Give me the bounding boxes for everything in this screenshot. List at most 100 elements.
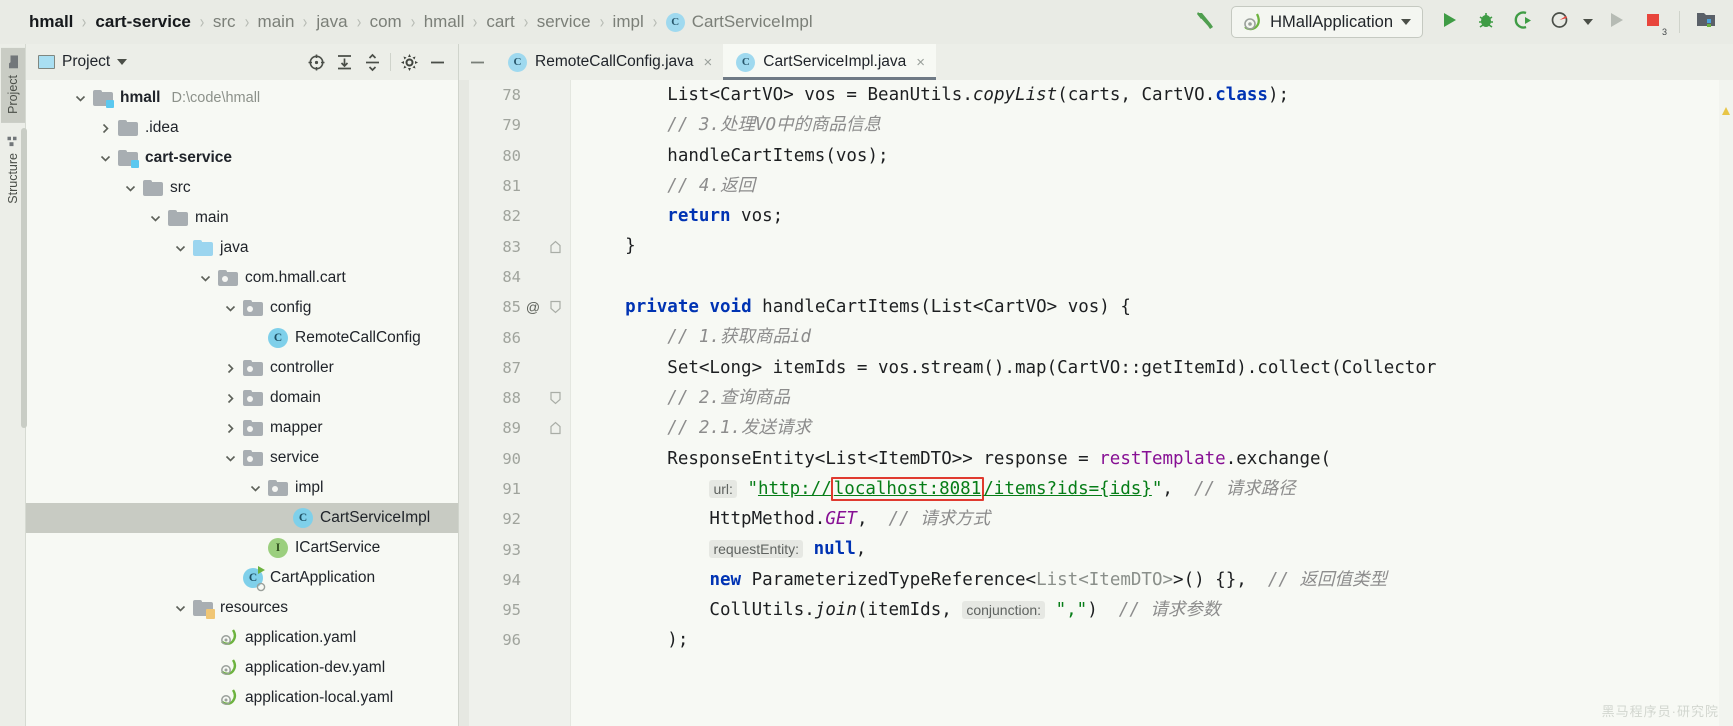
gutter-line[interactable]: 80 (459, 141, 570, 171)
tree-row[interactable]: mapper (26, 413, 458, 443)
breadcrumb-item-main[interactable]: main (251, 9, 302, 35)
tree-row[interactable]: impl (26, 473, 458, 503)
breadcrumb-item-src[interactable]: src (206, 9, 243, 35)
chevron-down-icon[interactable] (168, 242, 193, 255)
chevron-right-icon[interactable] (93, 122, 118, 135)
gutter-line[interactable]: 82 (459, 201, 570, 231)
code-line-84 (571, 262, 1733, 292)
tree-row[interactable]: com.hmall.cart (26, 263, 458, 293)
chevron-down-icon[interactable] (193, 272, 218, 285)
close-icon[interactable]: × (704, 54, 713, 71)
run-with-coverage-button[interactable] (1506, 6, 1540, 38)
hide-tabs-button[interactable] (459, 44, 495, 80)
chevron-right-icon[interactable] (218, 392, 243, 405)
tree-row[interactable]: CRemoteCallConfig (26, 323, 458, 353)
gutter-line[interactable]: 94 (459, 565, 570, 595)
close-icon[interactable]: × (916, 54, 925, 71)
breadcrumb-item-hmall[interactable]: hmall (417, 9, 472, 35)
fold-end-icon[interactable] (550, 240, 561, 253)
gutter-line[interactable]: 85@ (459, 292, 570, 322)
chevron-down-icon[interactable] (218, 302, 243, 315)
annotation-gutter-icon[interactable]: @ (521, 299, 545, 315)
hammer-icon (1194, 9, 1216, 36)
fold-end-icon[interactable] (550, 422, 561, 435)
gutter-line[interactable]: 86 (459, 322, 570, 352)
chevron-down-icon[interactable] (117, 59, 127, 65)
breadcrumb-item-impl[interactable]: impl (606, 9, 651, 35)
chevron-down-icon[interactable] (243, 482, 268, 495)
breadcrumb-item-service[interactable]: service (530, 9, 598, 35)
fold-start-icon[interactable] (550, 392, 561, 405)
fold-start-icon[interactable] (550, 301, 561, 314)
gutter-line[interactable]: 93 (459, 534, 570, 564)
tree-row[interactable]: main (26, 203, 458, 233)
build-button[interactable] (1188, 6, 1222, 38)
services-button[interactable] (1689, 6, 1723, 38)
tree-row[interactable]: hmallD:\code\hmall (26, 83, 458, 113)
tree-row-selected[interactable]: CCartServiceImpl (26, 503, 458, 533)
tree-row[interactable]: domain (26, 383, 458, 413)
run-button[interactable] (1432, 6, 1466, 38)
chevron-down-icon[interactable] (168, 602, 193, 615)
tree-row[interactable]: IICartService (26, 533, 458, 563)
tree-row[interactable]: .idea (26, 113, 458, 143)
gutter-line[interactable]: 87 (459, 353, 570, 383)
tree-row[interactable]: src (26, 173, 458, 203)
expand-all-button[interactable] (331, 50, 357, 74)
breadcrumb-item-java[interactable]: java (309, 9, 354, 35)
gutter-line[interactable]: 81 (459, 171, 570, 201)
tree-row[interactable]: java (26, 233, 458, 263)
gutter-line[interactable]: 96 (459, 625, 570, 655)
gutter-line[interactable]: 90 (459, 444, 570, 474)
chevron-down-icon[interactable] (118, 182, 143, 195)
breadcrumb-item-cartserviceimpl[interactable]: CCartServiceImpl (659, 9, 820, 35)
tree-row[interactable]: service (26, 443, 458, 473)
breadcrumb-item-cart-service[interactable]: cart-service (88, 9, 197, 35)
tree-row[interactable]: config (26, 293, 458, 323)
error-stripe-gutter[interactable] (1719, 80, 1733, 726)
tree-row[interactable]: application-local.yaml (26, 683, 458, 713)
gutter-line[interactable]: 91 (459, 474, 570, 504)
tree-row[interactable]: application.yaml (26, 623, 458, 653)
gutter-line[interactable]: 88 (459, 383, 570, 413)
editor-gutter[interactable]: 7879808182838485@86878889909192939495 96 (459, 80, 571, 726)
chevron-down-icon[interactable] (143, 212, 168, 225)
run-configuration-selector[interactable]: HMallApplication (1231, 6, 1423, 38)
breadcrumb-item-cart[interactable]: cart (479, 9, 521, 35)
editor-tab-remotecallconfig-java[interactable]: CRemoteCallConfig.java× (495, 44, 723, 80)
chevron-down-icon[interactable] (218, 452, 243, 465)
breadcrumb-item-com[interactable]: com (363, 9, 409, 35)
gutter-line[interactable]: 78 (459, 80, 570, 110)
line-number: 96 (459, 631, 521, 649)
rail-item-project[interactable]: Project (1, 48, 25, 123)
gutter-line[interactable]: 79 (459, 110, 570, 140)
gutter-line[interactable]: 92 (459, 504, 570, 534)
profiler-dropdown[interactable] (1580, 6, 1596, 38)
editor-tab-cartserviceimpl-java[interactable]: CCartServiceImpl.java× (723, 44, 936, 80)
hide-panel-button[interactable] (424, 50, 450, 74)
debug-button[interactable] (1469, 6, 1503, 38)
code-content[interactable]: List<CartVO> vos = BeanUtils.copyList(ca… (571, 80, 1733, 726)
gutter-line[interactable]: 89 (459, 413, 570, 443)
tree-row[interactable]: resources (26, 593, 458, 623)
chevron-right-icon[interactable] (218, 422, 243, 435)
rerun-button[interactable] (1599, 6, 1633, 38)
settings-button[interactable] (396, 50, 422, 74)
collapse-all-button[interactable] (359, 50, 385, 74)
scroll-from-source-button[interactable] (303, 50, 329, 74)
chevron-right-icon[interactable] (218, 362, 243, 375)
project-tree-scrollbar[interactable] (21, 128, 27, 428)
tree-row[interactable]: cart-service (26, 143, 458, 173)
warning-marker[interactable] (1722, 102, 1730, 110)
gutter-line[interactable]: 83 (459, 231, 570, 261)
tree-row[interactable]: controller (26, 353, 458, 383)
tree-row[interactable]: CCartApplication (26, 563, 458, 593)
breadcrumb-item-hmall[interactable]: hmall (22, 9, 80, 35)
profiler-button[interactable] (1543, 6, 1577, 38)
gutter-line[interactable]: 84 (459, 262, 570, 292)
stop-button[interactable]: 3 (1636, 6, 1670, 38)
gutter-line[interactable]: 95 (459, 595, 570, 625)
chevron-down-icon[interactable] (93, 152, 118, 165)
chevron-down-icon[interactable] (68, 92, 93, 105)
tree-row[interactable]: application-dev.yaml (26, 653, 458, 683)
